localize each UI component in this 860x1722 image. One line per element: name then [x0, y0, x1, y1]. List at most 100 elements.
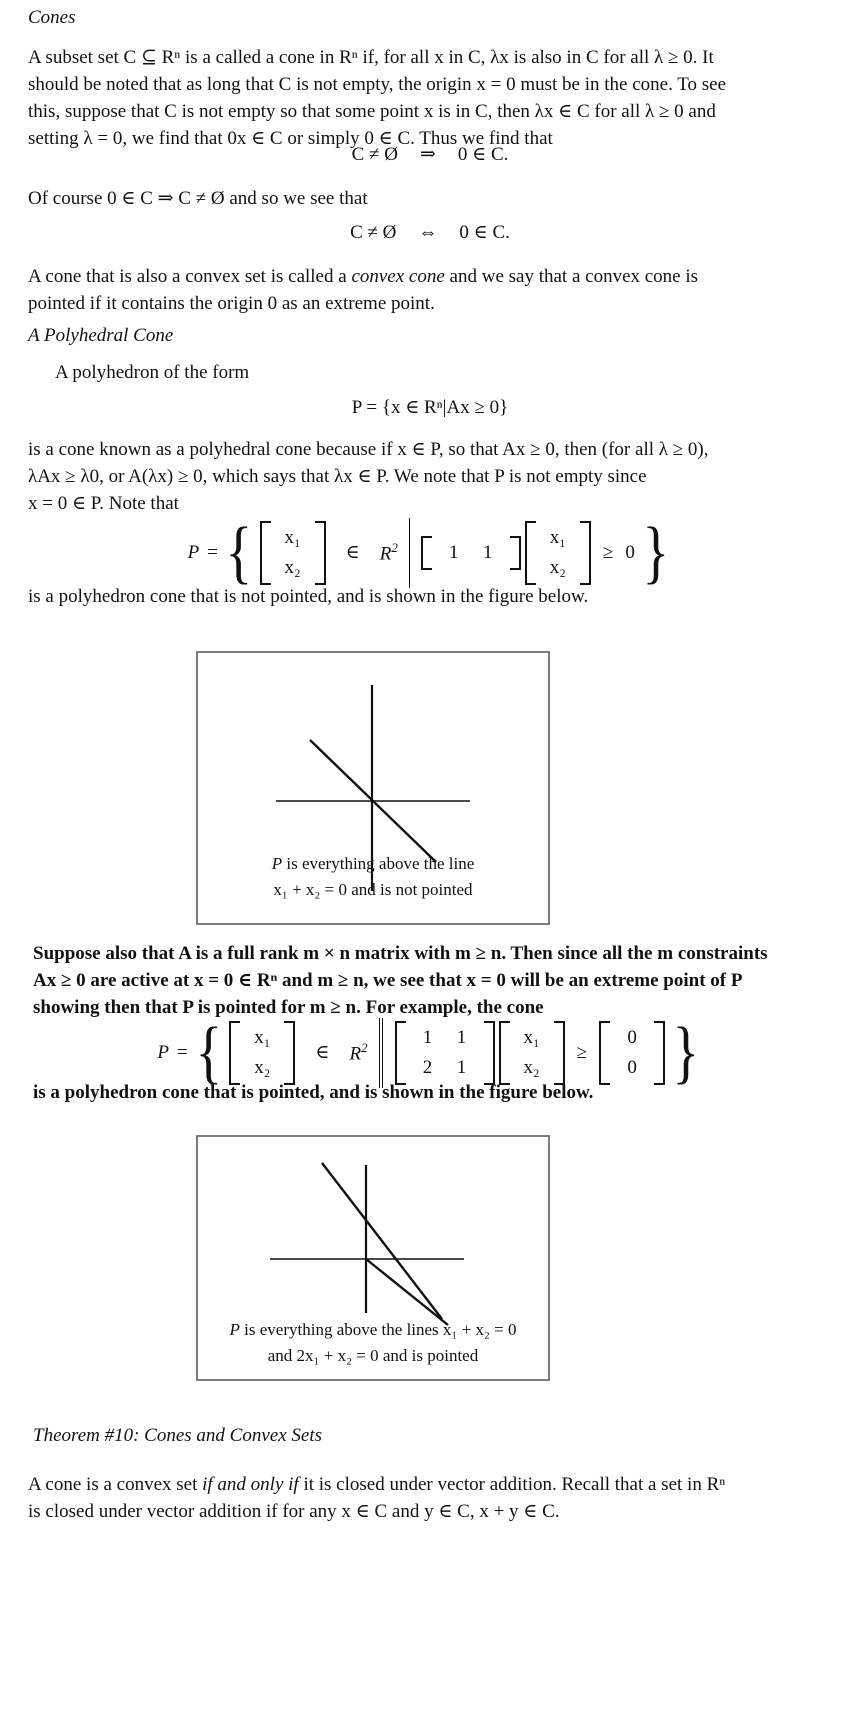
bracket-left-icon	[524, 521, 536, 585]
emphasis-text: P	[229, 1320, 240, 1339]
figure-2-caption: P is everything above the lines x₁ + x₂ …	[198, 1317, 548, 1368]
vector-cell: x₂	[549, 556, 566, 578]
left-brace-icon: {	[195, 1013, 222, 1091]
emphasis-text: convex cone	[351, 266, 445, 287]
bracket-right-icon	[654, 1021, 666, 1085]
paragraph-line: A cone is a convex set if and only if it…	[28, 1474, 726, 1495]
paragraph-polyhedral-cone: is a cone known as a polyhedral cone bec…	[28, 437, 838, 518]
right-brace-icon: }	[672, 1013, 700, 1091]
space-exponent: 2	[361, 1040, 368, 1056]
equation-iff: C ≠ Ø ⇔ 0 ∈ C.	[0, 221, 860, 244]
vector-cell: x₁	[523, 1027, 540, 1048]
equation-right: 0 ∈ C.	[457, 144, 509, 165]
figure-caption-line: and 2x₁ + x₂ = 0 and is pointed	[267, 1345, 479, 1365]
bracket-left-icon	[394, 1021, 406, 1085]
figure-cone-not-pointed: P is everything above the line x₁ + x₂ =…	[196, 651, 550, 925]
figure-caption-line: x₁ + x₂ = 0 and is not pointed	[273, 879, 473, 899]
paragraph-line: this, suppose that C is not empty so tha…	[28, 100, 716, 122]
vector-cell: 0	[627, 1027, 637, 1048]
equation-label: P	[187, 541, 200, 563]
paragraph-full-rank: Suppose also that A is a full rank m × n…	[33, 941, 843, 1022]
paragraph-line: x = 0 ∈ P. Note that	[28, 492, 179, 514]
equation-cone-pointed: P = { x₁ x₂ ∈ R2 1 1 2 1 x₁ x₂ ≥ 0 0}	[0, 1013, 860, 1091]
right-brace-icon: }	[642, 513, 670, 591]
bracket-left-icon	[498, 1021, 510, 1085]
vector-cell: x₂	[523, 1056, 540, 1078]
right-hand-side: 0	[625, 541, 635, 563]
section-title: Cones	[28, 7, 76, 28]
paragraph-convex-cone: A cone that is also a convex set is call…	[28, 264, 838, 318]
vector-cell: x₁	[284, 527, 301, 548]
figure-caption-line: P is everything above the line	[271, 854, 475, 873]
matrix-cell: 1	[422, 1027, 433, 1048]
paragraph-polyhedron-form: A polyhedron of the form	[55, 362, 250, 383]
figure-caption-line: P is everything above the lines x₁ + x₂ …	[229, 1320, 517, 1339]
relation-symbol: ≥	[602, 541, 614, 563]
vector-cell: 0	[627, 1056, 637, 1078]
equation-operator: ⇒	[419, 144, 436, 165]
matrix-cell: 1	[456, 1027, 467, 1048]
vector-x: x₁ x₂	[229, 1018, 296, 1088]
emphasis-text: if and only if	[202, 1474, 299, 1495]
constraint-line-2x1-plus-x2	[321, 1162, 443, 1320]
emphasis-text: P	[271, 854, 283, 873]
equation-polyhedron: P = {x ∈ Rⁿ|Ax ≥ 0}	[351, 397, 509, 418]
paragraph-line: A subset set C ⊆ Rⁿ is a called a cone i…	[28, 47, 714, 68]
paragraph-line: pointed if it contains the origin 0 as a…	[28, 292, 435, 314]
such-that-bar	[378, 1018, 380, 1088]
figure-1-caption: P is everything above the line x₁ + x₂ =…	[198, 851, 548, 902]
space-symbol: R	[349, 1043, 362, 1065]
paragraph-line: A cone that is also a convex set is call…	[28, 266, 699, 287]
bracket-right-icon	[314, 521, 326, 585]
vector-x-second: x₁ x₂	[498, 1018, 565, 1088]
paragraph-line: is closed under vector addition if for a…	[28, 1500, 560, 1522]
member-of-symbol: ∈	[315, 1042, 330, 1064]
zero-vector: 0 0	[599, 1018, 666, 1088]
paragraph-pointed: is a polyhedron cone that is pointed, an…	[33, 1082, 594, 1103]
space-symbol: R	[379, 543, 392, 565]
matrix-cell: 1	[449, 541, 459, 563]
paragraph-line: showing then that P is pointed for m ≥ n…	[33, 996, 544, 1018]
paragraph-line: should be noted that as long that C is n…	[28, 73, 727, 95]
figure-cone-pointed: P is everything above the lines x₁ + x₂ …	[196, 1135, 550, 1381]
equation-equals: =	[207, 541, 218, 563]
matrix-cell: 1	[483, 541, 493, 563]
matrix-cell: 2	[422, 1056, 433, 1078]
equation-equals: =	[176, 1041, 188, 1063]
bracket-right-icon	[579, 521, 591, 585]
bracket-left-icon	[259, 521, 271, 585]
paragraph-line: Ax ≥ 0 are active at x = 0 ∈ Rⁿ and m ≥ …	[33, 969, 743, 991]
subsection-title: A Polyhedral Cone	[28, 325, 174, 346]
such-that-bar	[408, 518, 410, 588]
paragraph-not-pointed: is a polyhedron cone that is not pointed…	[28, 586, 589, 607]
paragraph-line: Suppose also that A is a full rank m × n…	[33, 943, 768, 964]
member-of-symbol: ∈	[345, 542, 360, 564]
paragraph-of-course: Of course 0 ∈ C ⇒ C ≠ Ø and so we see th…	[28, 188, 368, 209]
bracket-right-icon	[553, 1021, 565, 1085]
bracket-left-icon	[420, 535, 432, 570]
equation-label: P	[157, 1041, 169, 1063]
bracket-right-icon	[509, 535, 521, 570]
space-exponent: 2	[391, 540, 398, 556]
left-brace-icon: {	[225, 513, 253, 591]
relation-symbol: ≥	[576, 1041, 588, 1063]
equation-operator: ⇔	[418, 222, 438, 243]
equation-cone-not-pointed: P = { x₁ x₂ ∈ R2 1 1 x₁ x₂ ≥ 0}	[0, 513, 860, 591]
equation-left: C ≠ Ø	[351, 144, 398, 165]
vector-cell: x₁	[254, 1027, 271, 1048]
paragraph-cone-definition: A subset set C ⊆ Rⁿ is a called a cone i…	[28, 45, 838, 153]
bracket-left-icon	[599, 1021, 611, 1085]
vector-cell: x₁	[549, 527, 566, 548]
vector-x-second: x₁ x₂	[524, 518, 591, 588]
matrix-A: 1 1	[420, 533, 521, 573]
document-page: Cones A subset set C ⊆ Rⁿ is a called a …	[0, 0, 860, 1722]
constraint-line-x1-plus-x2	[365, 1258, 449, 1326]
vector-cell: x₂	[254, 1056, 271, 1078]
vector-cell: x₂	[284, 556, 301, 578]
equation-right: 0 ∈ C.	[459, 222, 510, 243]
bracket-left-icon	[229, 1021, 241, 1085]
vector-x: x₁ x₂	[259, 518, 326, 588]
paragraph-theorem-body: A cone is a convex set if and only if it…	[28, 1472, 838, 1526]
theorem-title: Theorem #10: Cones and Convex Sets	[33, 1425, 322, 1446]
matrix-cell: 1	[456, 1056, 467, 1078]
